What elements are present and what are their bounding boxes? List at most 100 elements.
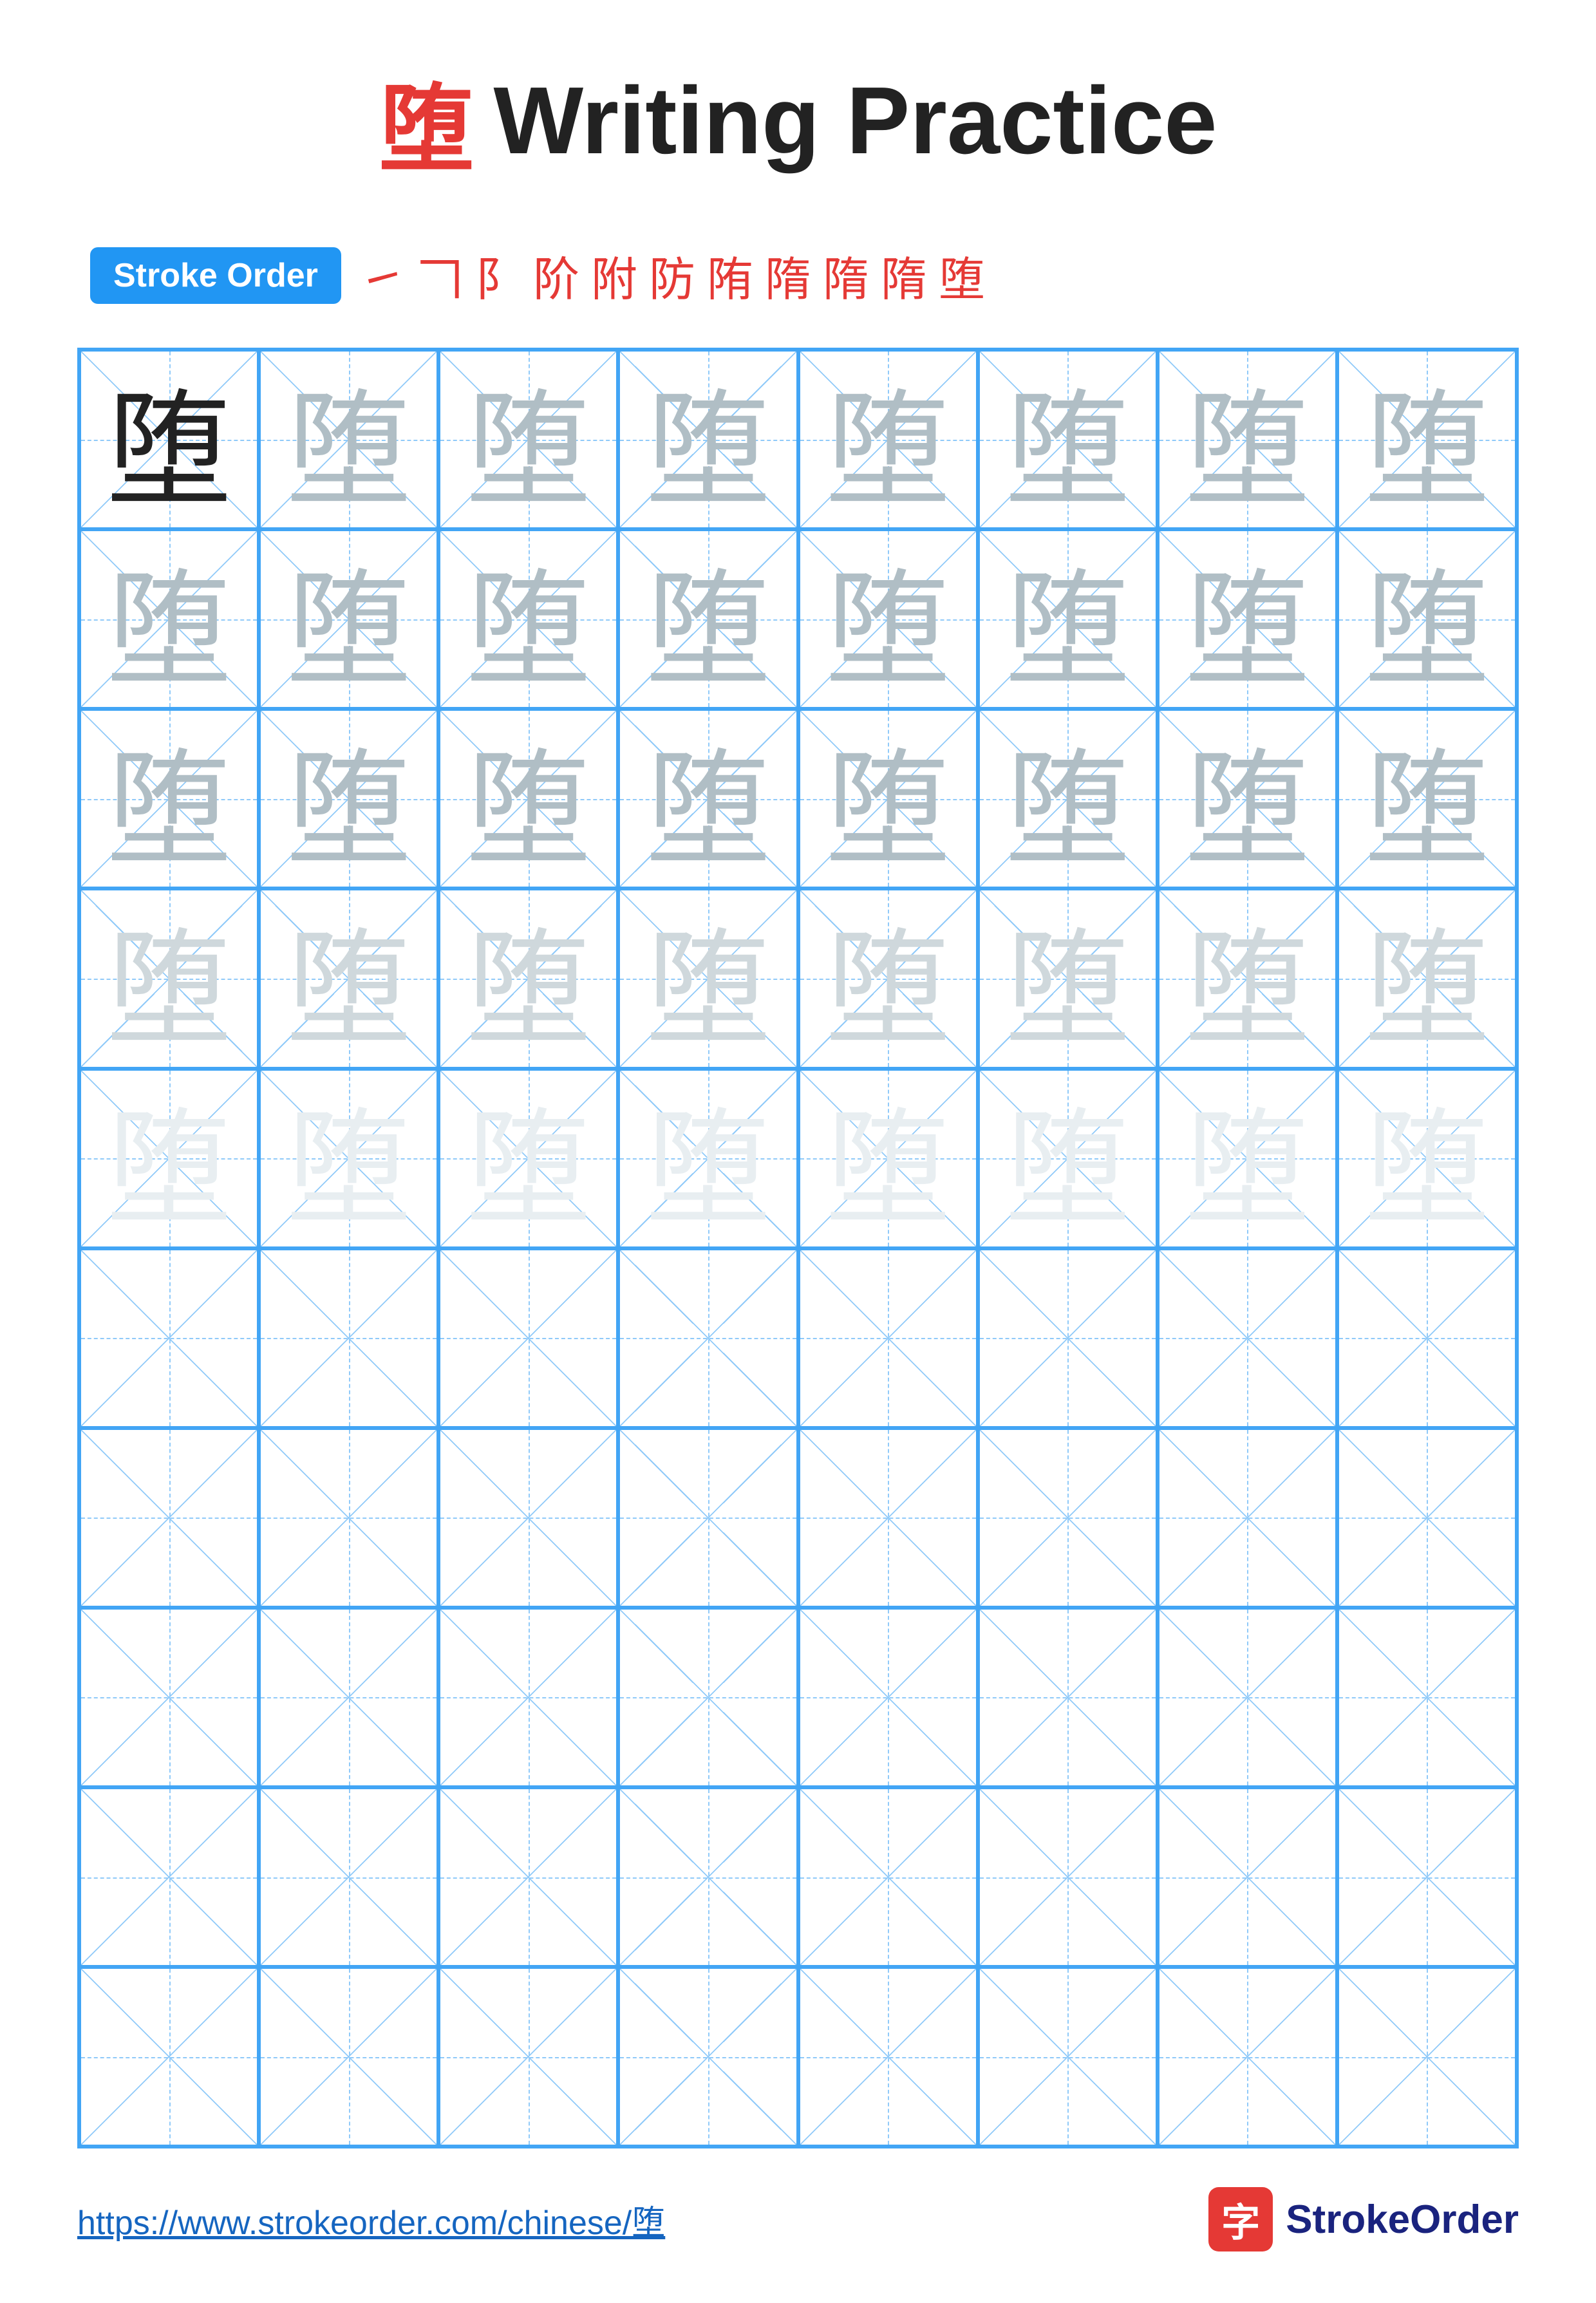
- practice-char: 堕: [465, 350, 591, 529]
- grid-cell[interactable]: [978, 1787, 1158, 1967]
- grid-cell[interactable]: [79, 1608, 259, 1787]
- practice-char: 堕: [106, 888, 232, 1068]
- grid-cell[interactable]: 堕: [1158, 888, 1337, 1068]
- grid-cell[interactable]: [798, 1967, 978, 2147]
- grid-cell[interactable]: [1337, 1608, 1517, 1787]
- grid-cell[interactable]: 堕: [798, 1069, 978, 1248]
- grid-cell[interactable]: 堕: [978, 1069, 1158, 1248]
- grid-cell[interactable]: 堕: [79, 529, 259, 709]
- grid-cell[interactable]: [1158, 1787, 1337, 1967]
- grid-cell[interactable]: 堕: [438, 1069, 618, 1248]
- grid-cell[interactable]: [259, 1787, 438, 1967]
- grid-cell[interactable]: [1158, 1608, 1337, 1787]
- grid-cell[interactable]: [618, 1428, 798, 1608]
- grid-cell[interactable]: 堕: [259, 529, 438, 709]
- grid-cell[interactable]: [978, 1967, 1158, 2147]
- grid-cell[interactable]: [618, 1787, 798, 1967]
- grid-cell[interactable]: [259, 1967, 438, 2147]
- grid-cell[interactable]: 堕: [79, 709, 259, 888]
- grid-cell[interactable]: 堕: [618, 888, 798, 1068]
- grid-cell[interactable]: [1337, 1428, 1517, 1608]
- grid-cell[interactable]: 堕: [618, 1069, 798, 1248]
- grid-cell[interactable]: 堕: [618, 709, 798, 888]
- page-title: 堕 Writing Practice: [379, 52, 1217, 190]
- grid-cell[interactable]: [438, 1787, 618, 1967]
- grid-cell[interactable]: 堕: [1158, 529, 1337, 709]
- grid-row: [79, 1428, 1517, 1608]
- grid-cell[interactable]: [79, 1248, 259, 1428]
- grid-cell[interactable]: 堕: [259, 1069, 438, 1248]
- grid-cell[interactable]: [1158, 1248, 1337, 1428]
- stroke-step-6: 防: [649, 241, 695, 309]
- practice-char: 堕: [1005, 888, 1131, 1068]
- grid-cell[interactable]: 堕: [798, 709, 978, 888]
- grid-cell[interactable]: [618, 1248, 798, 1428]
- grid-cell[interactable]: [1158, 1967, 1337, 2147]
- grid-cell[interactable]: 堕: [79, 350, 259, 529]
- grid-cell[interactable]: [798, 1428, 978, 1608]
- grid-cell[interactable]: 堕: [438, 350, 618, 529]
- grid-cell[interactable]: [618, 1608, 798, 1787]
- practice-char: 堕: [645, 529, 771, 709]
- grid-cell[interactable]: 堕: [79, 1069, 259, 1248]
- practice-char: 堕: [106, 709, 232, 888]
- grid-cell[interactable]: [978, 1248, 1158, 1428]
- practice-char: 堕: [1185, 350, 1310, 529]
- grid-cell[interactable]: 堕: [1337, 888, 1517, 1068]
- grid-cell[interactable]: [798, 1248, 978, 1428]
- grid-cell[interactable]: [438, 1608, 618, 1787]
- title-character: 堕: [379, 52, 474, 190]
- grid-cell[interactable]: [978, 1428, 1158, 1608]
- footer-url[interactable]: https://www.strokeorder.com/chinese/堕: [77, 2195, 665, 2244]
- grid-cell[interactable]: [1337, 1248, 1517, 1428]
- grid-cell[interactable]: [259, 1608, 438, 1787]
- grid-cell[interactable]: [1337, 1787, 1517, 1967]
- grid-cell[interactable]: [438, 1967, 618, 2147]
- grid-row: 堕堕堕堕堕堕堕堕: [79, 888, 1517, 1068]
- grid-cell[interactable]: 堕: [438, 888, 618, 1068]
- grid-cell[interactable]: [1158, 1428, 1337, 1608]
- practice-char: 堕: [286, 1069, 411, 1248]
- practice-char: 堕: [1185, 1069, 1310, 1248]
- grid-cell[interactable]: [79, 1428, 259, 1608]
- grid-cell[interactable]: 堕: [798, 350, 978, 529]
- grid-row: 堕堕堕堕堕堕堕堕: [79, 1069, 1517, 1248]
- grid-cell[interactable]: 堕: [618, 350, 798, 529]
- grid-cell[interactable]: 堕: [978, 888, 1158, 1068]
- grid-cell[interactable]: 堕: [978, 529, 1158, 709]
- grid-cell[interactable]: 堕: [618, 529, 798, 709]
- grid-cell[interactable]: 堕: [1158, 1069, 1337, 1248]
- grid-cell[interactable]: [259, 1428, 438, 1608]
- grid-cell[interactable]: 堕: [798, 888, 978, 1068]
- grid-cell[interactable]: [79, 1967, 259, 2147]
- practice-char: 堕: [825, 529, 951, 709]
- grid-cell[interactable]: 堕: [259, 709, 438, 888]
- grid-cell[interactable]: 堕: [978, 350, 1158, 529]
- grid-cell[interactable]: 堕: [978, 709, 1158, 888]
- grid-cell[interactable]: [259, 1248, 438, 1428]
- grid-cell[interactable]: 堕: [1158, 350, 1337, 529]
- grid-cell[interactable]: [438, 1248, 618, 1428]
- grid-cell[interactable]: 堕: [259, 350, 438, 529]
- title-text: Writing Practice: [493, 66, 1217, 176]
- grid-cell[interactable]: 堕: [438, 529, 618, 709]
- grid-cell[interactable]: 堕: [1337, 350, 1517, 529]
- grid-cell[interactable]: 堕: [1337, 709, 1517, 888]
- grid-cell[interactable]: 堕: [259, 888, 438, 1068]
- grid-cell[interactable]: 堕: [438, 709, 618, 888]
- stroke-step-2: 𠃍: [417, 241, 464, 309]
- grid-cell[interactable]: [1337, 1967, 1517, 2147]
- grid-cell[interactable]: [79, 1787, 259, 1967]
- grid-cell[interactable]: 堕: [1337, 529, 1517, 709]
- grid-cell[interactable]: 堕: [1158, 709, 1337, 888]
- grid-cell[interactable]: [618, 1967, 798, 2147]
- grid-cell[interactable]: [978, 1608, 1158, 1787]
- grid-cell[interactable]: [798, 1608, 978, 1787]
- grid-cell[interactable]: [438, 1428, 618, 1608]
- practice-char: 堕: [1185, 709, 1310, 888]
- stroke-steps: ㇀ 𠃍 阝 阶 附 防 陏 隋 隋 隋 堕: [359, 241, 985, 309]
- grid-cell[interactable]: [798, 1787, 978, 1967]
- grid-cell[interactable]: 堕: [798, 529, 978, 709]
- grid-cell[interactable]: 堕: [79, 888, 259, 1068]
- grid-cell[interactable]: 堕: [1337, 1069, 1517, 1248]
